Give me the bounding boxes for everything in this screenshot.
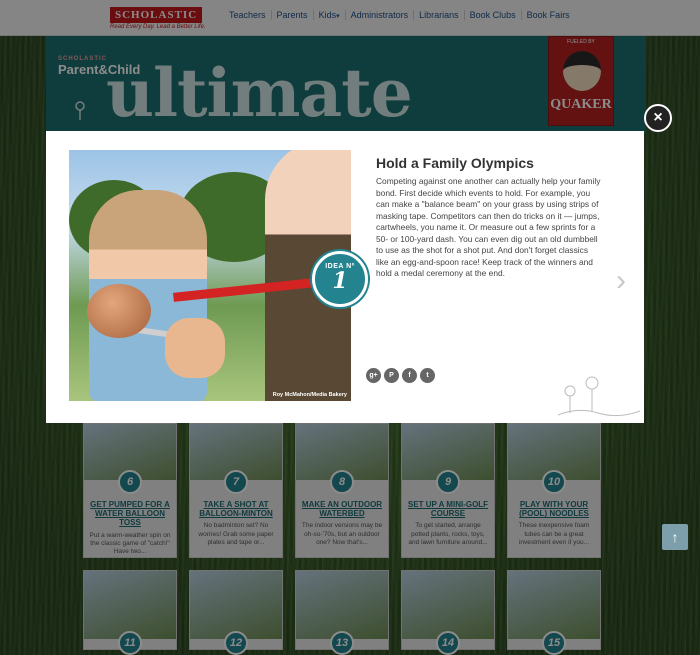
idea-photo: Roy McMahon/Media Bakery xyxy=(69,150,351,401)
modal-body: Competing against one another can actual… xyxy=(376,176,601,279)
modal-title: Hold a Family Olympics xyxy=(376,155,534,171)
twitter-icon[interactable]: t xyxy=(420,368,435,383)
facebook-icon[interactable]: f xyxy=(402,368,417,383)
pinterest-icon[interactable]: P xyxy=(384,368,399,383)
next-arrow-icon[interactable]: › xyxy=(616,264,626,298)
photo-hand xyxy=(165,318,225,378)
idea-modal: Roy McMahon/Media Bakery IDEA Nº 1 Hold … xyxy=(46,131,644,423)
google-plus-icon[interactable]: g+ xyxy=(366,368,381,383)
photo-egg xyxy=(87,284,151,338)
close-button[interactable]: × xyxy=(644,104,672,132)
idea-number-badge: IDEA Nº 1 xyxy=(312,251,368,307)
badge-number: 1 xyxy=(332,268,348,294)
flower-decoration-icon xyxy=(558,376,640,417)
scroll-to-top-button[interactable]: ↑ xyxy=(662,524,688,550)
share-buttons: g+ P f t xyxy=(366,368,438,383)
photo-credit: Roy McMahon/Media Bakery xyxy=(272,392,347,398)
